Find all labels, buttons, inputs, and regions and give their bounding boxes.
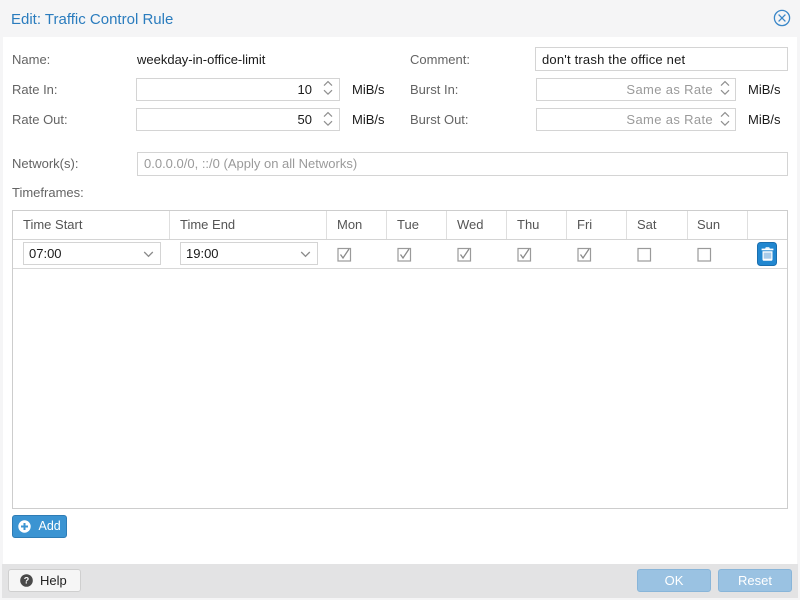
svg-text:?: ? xyxy=(24,576,30,586)
